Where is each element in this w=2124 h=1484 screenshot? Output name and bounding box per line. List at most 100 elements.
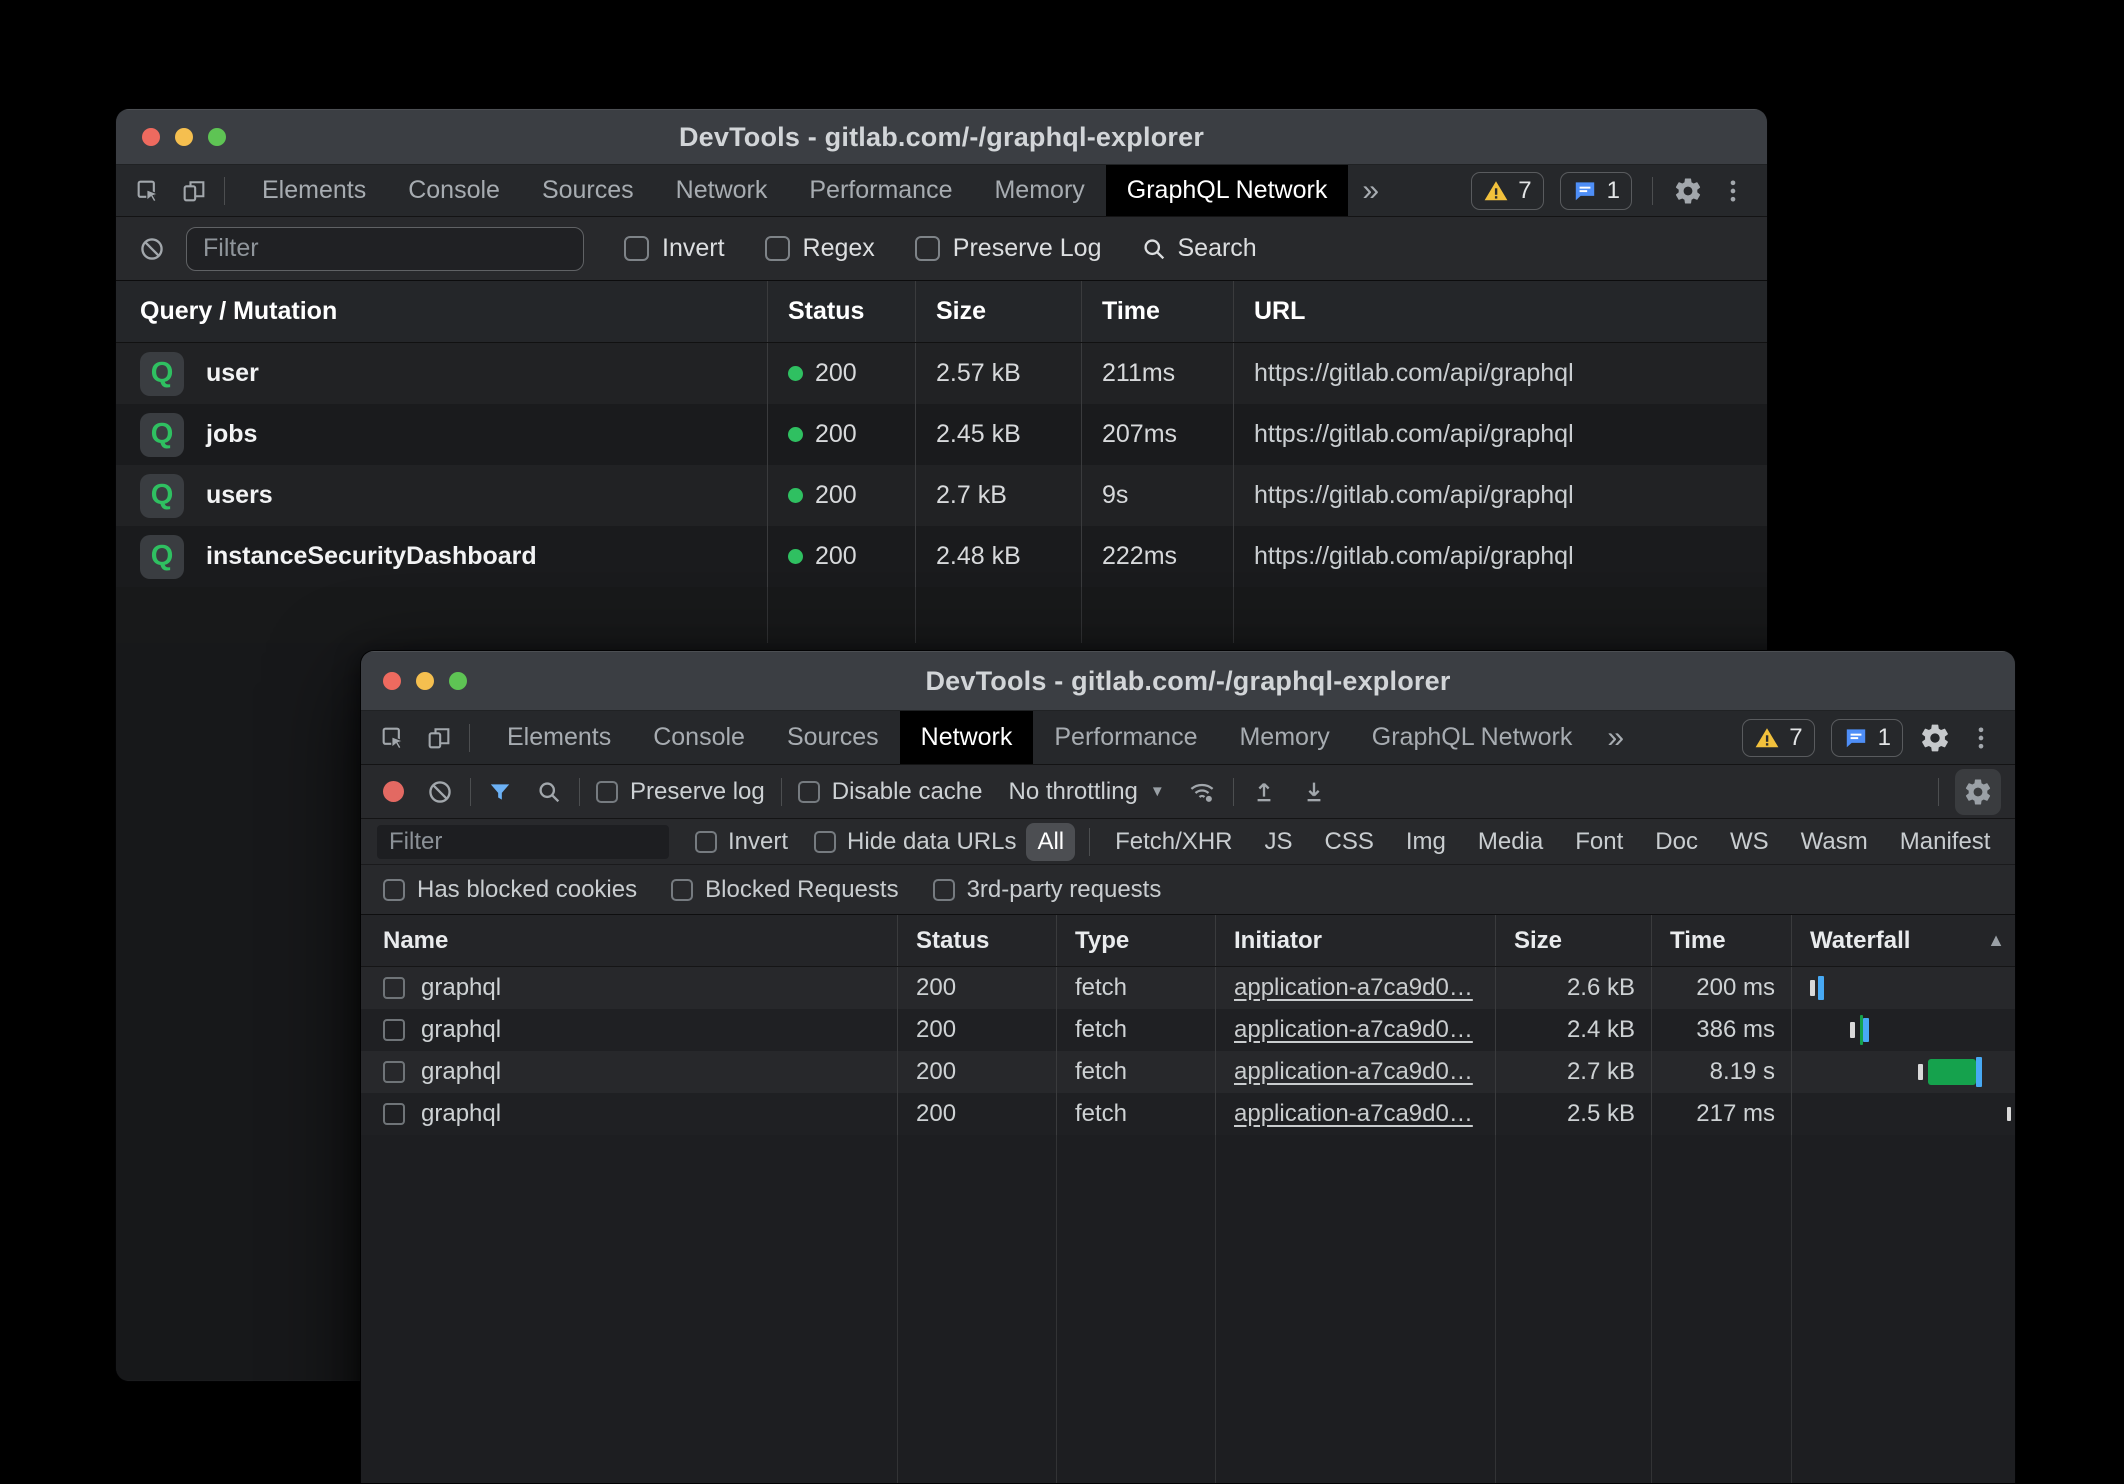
network-settings-gear-button[interactable] bbox=[1955, 769, 2001, 815]
search-button[interactable]: Search bbox=[1140, 234, 1257, 263]
tab-elements[interactable]: Elements bbox=[241, 165, 387, 216]
device-toolbar-icon[interactable] bbox=[180, 177, 208, 205]
more-options-icon[interactable] bbox=[1967, 724, 1995, 752]
blocked-requests-group[interactable]: Blocked Requests bbox=[671, 876, 898, 904]
row-checkbox[interactable] bbox=[383, 1019, 405, 1041]
type-filter-fetch-xhr[interactable]: Fetch/XHR bbox=[1104, 823, 1243, 861]
tab-memory[interactable]: Memory bbox=[973, 165, 1105, 216]
type-filter-wasm[interactable]: Wasm bbox=[1790, 823, 1879, 861]
invert-checkbox-group[interactable]: Invert bbox=[624, 234, 725, 263]
sort-ascending-icon[interactable]: ▲ bbox=[1987, 930, 2005, 951]
tab-console[interactable]: Console bbox=[387, 165, 521, 216]
type-filter-css[interactable]: CSS bbox=[1314, 823, 1385, 861]
minimize-window-button[interactable] bbox=[416, 672, 434, 690]
tab-network[interactable]: Network bbox=[900, 711, 1034, 764]
type-filter-ws[interactable]: WS bbox=[1719, 823, 1780, 861]
type-filter-doc[interactable]: Doc bbox=[1644, 823, 1709, 861]
type-filter-other[interactable]: Other bbox=[2011, 823, 2016, 861]
messages-badge[interactable]: 1 bbox=[1560, 172, 1632, 210]
table-row[interactable]: graphql 200 fetch application-a7ca9d0… 2… bbox=[361, 1009, 2015, 1051]
invert-checkbox[interactable] bbox=[695, 831, 717, 853]
type-filter-all[interactable]: All bbox=[1026, 823, 1075, 861]
minimize-window-button[interactable] bbox=[175, 128, 193, 146]
column-header-time[interactable]: Time bbox=[1081, 281, 1233, 342]
column-header-status[interactable]: Status bbox=[897, 915, 1056, 966]
has-blocked-cookies-checkbox[interactable] bbox=[383, 879, 405, 901]
tab-graphql-network[interactable]: GraphQL Network bbox=[1106, 165, 1349, 216]
tab-network[interactable]: Network bbox=[655, 165, 789, 216]
tab-graphql-network[interactable]: GraphQL Network bbox=[1351, 711, 1594, 764]
table-row[interactable]: Q instanceSecurityDashboard 200 2.48 kB … bbox=[116, 526, 1767, 587]
type-filter-img[interactable]: Img bbox=[1395, 823, 1457, 861]
column-header-initiator[interactable]: Initiator bbox=[1215, 915, 1495, 966]
type-filter-media[interactable]: Media bbox=[1467, 823, 1554, 861]
hide-data-urls-checkbox-group[interactable]: Hide data URLs bbox=[814, 828, 1016, 856]
table-row[interactable]: graphql 200 fetch application-a7ca9d0… 2… bbox=[361, 1051, 2015, 1093]
table-row[interactable]: Q user 200 2.57 kB 211ms https://gitlab.… bbox=[116, 343, 1767, 404]
regex-checkbox-group[interactable]: Regex bbox=[765, 234, 875, 263]
initiator-link[interactable]: application-a7ca9d0… bbox=[1234, 974, 1473, 1002]
tab-console[interactable]: Console bbox=[632, 711, 766, 764]
column-header-query-mutation[interactable]: Query / Mutation bbox=[116, 281, 767, 342]
column-header-name[interactable]: Name bbox=[361, 915, 897, 966]
type-filter-manifest[interactable]: Manifest bbox=[1889, 823, 2002, 861]
column-header-waterfall[interactable]: Waterfall ▲ bbox=[1791, 915, 2016, 966]
third-party-requests-group[interactable]: 3rd-party requests bbox=[933, 876, 1162, 904]
table-row[interactable]: graphql 200 fetch application-a7ca9d0… 2… bbox=[361, 1093, 2015, 1135]
settings-gear-icon[interactable] bbox=[1673, 176, 1703, 206]
warnings-badge[interactable]: 7 bbox=[1742, 719, 1814, 757]
column-header-size[interactable]: Size bbox=[1495, 915, 1651, 966]
blocked-requests-checkbox[interactable] bbox=[671, 879, 693, 901]
back-titlebar[interactable]: DevTools - gitlab.com/-/graphql-explorer bbox=[116, 109, 1767, 165]
tab-memory[interactable]: Memory bbox=[1218, 711, 1350, 764]
more-tabs-icon[interactable]: » bbox=[1593, 711, 1638, 764]
preserve-log-checkbox[interactable] bbox=[596, 781, 618, 803]
row-checkbox[interactable] bbox=[383, 1061, 405, 1083]
filter-funnel-icon[interactable] bbox=[487, 779, 513, 805]
row-checkbox[interactable] bbox=[383, 1103, 405, 1125]
tab-elements[interactable]: Elements bbox=[486, 711, 632, 764]
filter-input[interactable] bbox=[186, 227, 584, 271]
tab-sources[interactable]: Sources bbox=[521, 165, 655, 216]
invert-checkbox-group[interactable]: Invert bbox=[695, 828, 788, 856]
tab-sources[interactable]: Sources bbox=[766, 711, 900, 764]
maximize-window-button[interactable] bbox=[208, 128, 226, 146]
invert-checkbox[interactable] bbox=[624, 236, 649, 261]
more-options-icon[interactable] bbox=[1719, 177, 1747, 205]
type-filter-js[interactable]: JS bbox=[1254, 823, 1304, 861]
third-party-requests-checkbox[interactable] bbox=[933, 879, 955, 901]
throttling-dropdown[interactable]: No throttling ▼ bbox=[1008, 778, 1164, 806]
network-conditions-icon[interactable] bbox=[1187, 777, 1217, 807]
export-har-icon[interactable] bbox=[1300, 778, 1328, 806]
table-row[interactable]: Q users 200 2.7 kB 9s https://gitlab.com… bbox=[116, 465, 1767, 526]
initiator-link[interactable]: application-a7ca9d0… bbox=[1234, 1100, 1473, 1128]
hide-data-urls-checkbox[interactable] bbox=[814, 831, 836, 853]
column-header-status[interactable]: Status bbox=[767, 281, 915, 342]
initiator-link[interactable]: application-a7ca9d0… bbox=[1234, 1058, 1473, 1086]
clear-icon[interactable] bbox=[138, 235, 166, 263]
close-window-button[interactable] bbox=[383, 672, 401, 690]
disable-cache-checkbox[interactable] bbox=[798, 781, 820, 803]
clear-network-log-icon[interactable] bbox=[426, 778, 454, 806]
preserve-log-checkbox[interactable] bbox=[915, 236, 940, 261]
import-har-icon[interactable] bbox=[1250, 778, 1278, 806]
has-blocked-cookies-group[interactable]: Has blocked cookies bbox=[383, 876, 637, 904]
preserve-log-checkbox-group[interactable]: Preserve Log bbox=[915, 234, 1102, 263]
table-row[interactable]: Q jobs 200 2.45 kB 207ms https://gitlab.… bbox=[116, 404, 1767, 465]
device-toolbar-icon[interactable] bbox=[425, 724, 453, 752]
front-titlebar[interactable]: DevTools - gitlab.com/-/graphql-explorer bbox=[361, 651, 2015, 711]
messages-badge[interactable]: 1 bbox=[1831, 719, 1903, 757]
column-header-size[interactable]: Size bbox=[915, 281, 1081, 342]
tab-performance[interactable]: Performance bbox=[1033, 711, 1218, 764]
table-row[interactable]: graphql 200 fetch application-a7ca9d0… 2… bbox=[361, 967, 2015, 1009]
warnings-badge[interactable]: 7 bbox=[1471, 172, 1543, 210]
regex-checkbox[interactable] bbox=[765, 236, 790, 261]
inspect-element-icon[interactable] bbox=[379, 724, 407, 752]
column-header-time[interactable]: Time bbox=[1651, 915, 1791, 966]
column-header-type[interactable]: Type bbox=[1056, 915, 1215, 966]
maximize-window-button[interactable] bbox=[449, 672, 467, 690]
type-filter-font[interactable]: Font bbox=[1564, 823, 1634, 861]
initiator-link[interactable]: application-a7ca9d0… bbox=[1234, 1016, 1473, 1044]
more-tabs-icon[interactable]: » bbox=[1348, 165, 1393, 216]
row-checkbox[interactable] bbox=[383, 977, 405, 999]
